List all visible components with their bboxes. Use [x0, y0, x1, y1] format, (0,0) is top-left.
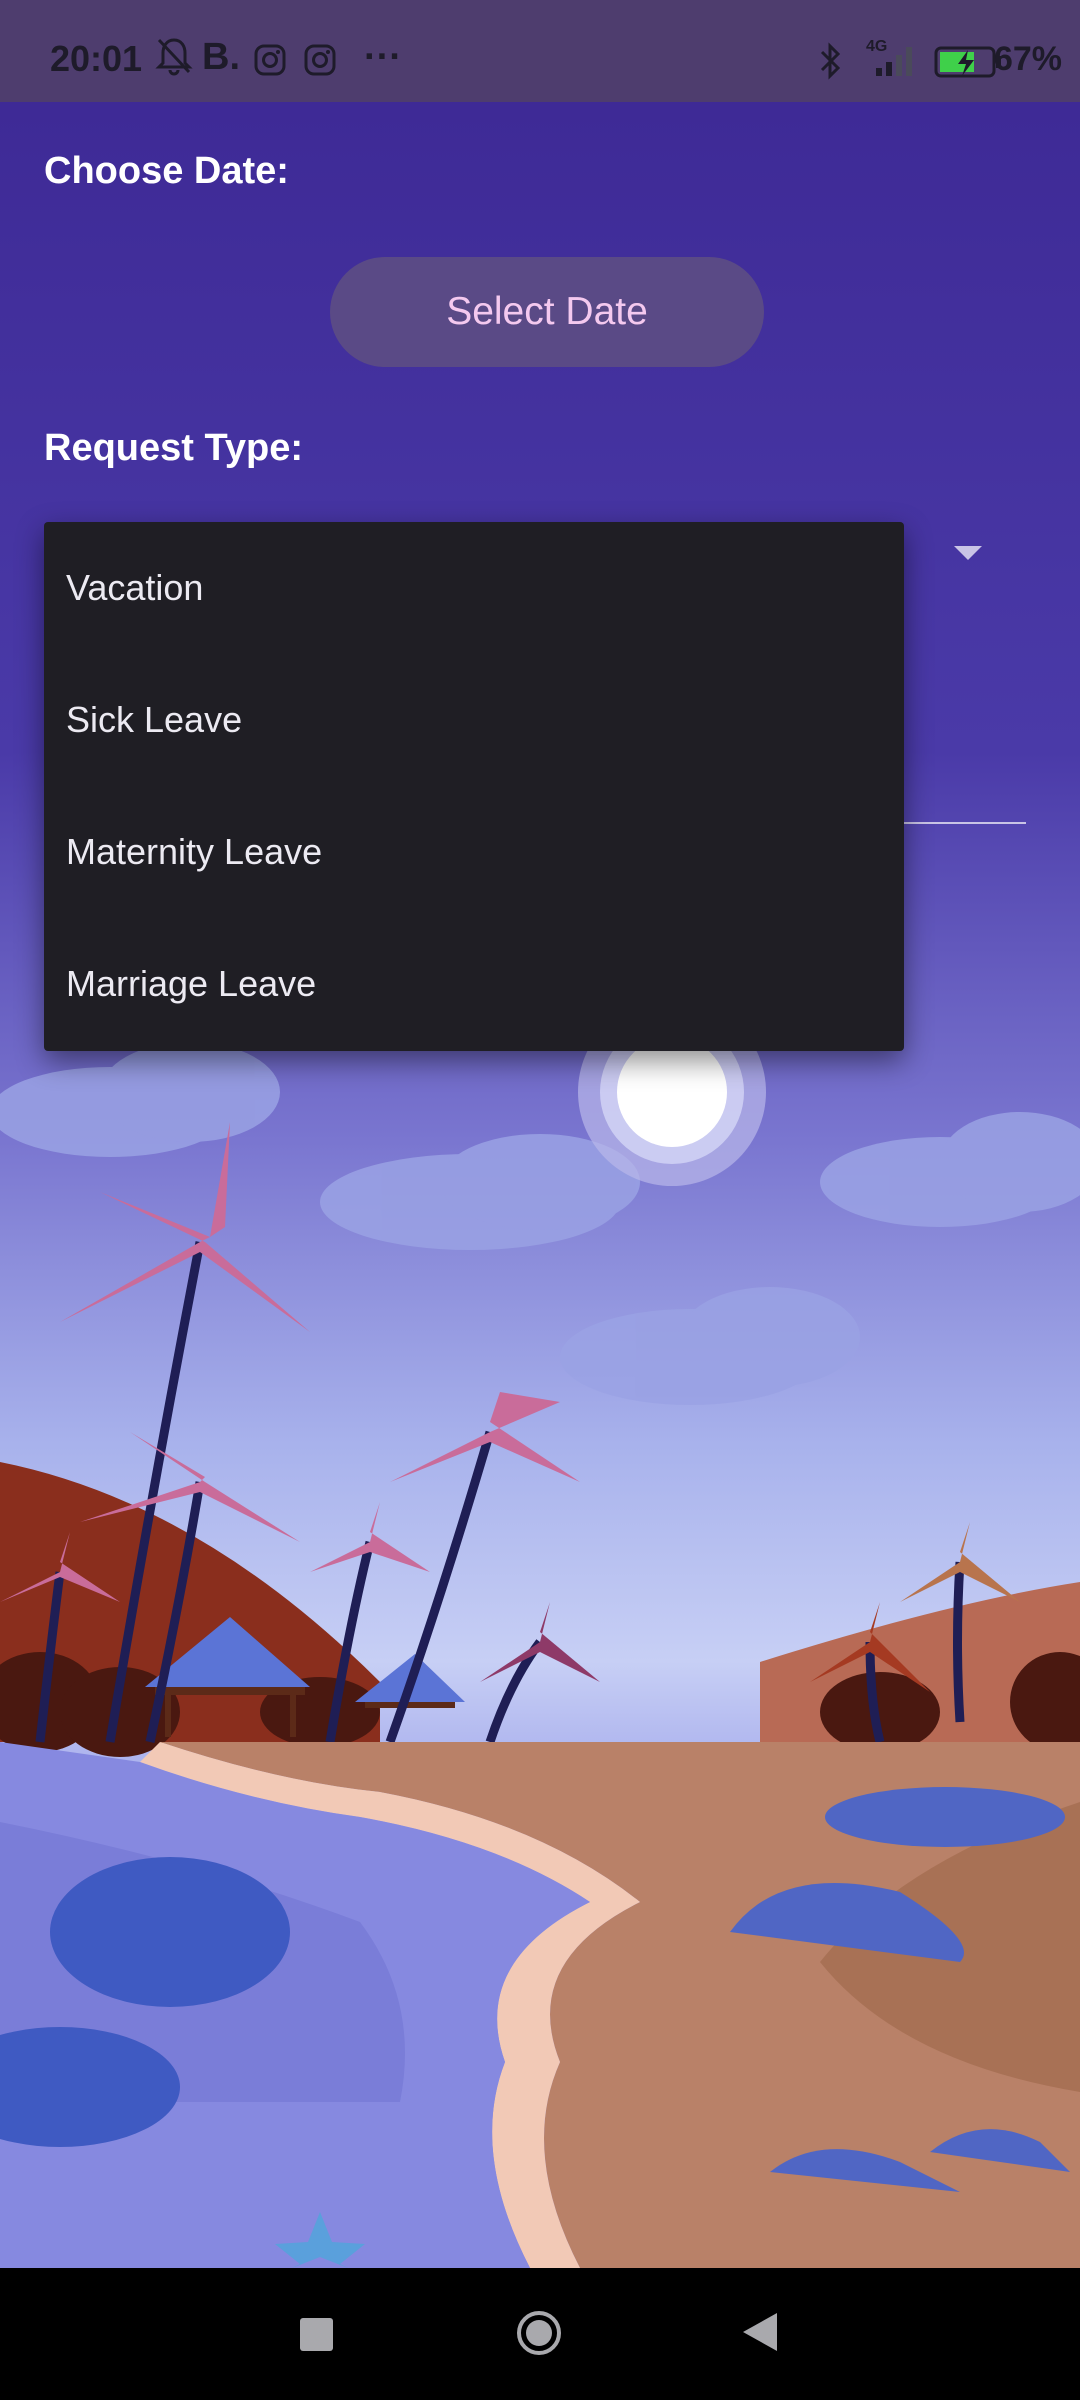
recents-square-icon[interactable]	[300, 2318, 333, 2351]
leave-request-screen: Choose Date: Select Date Request Type: V…	[0, 102, 1080, 2268]
status-bar: 20:01 B. ··· 4G 67%	[0, 0, 1080, 102]
dropdown-arrow-icon[interactable]	[954, 546, 982, 560]
select-date-button[interactable]: Select Date	[330, 257, 764, 367]
b-app-icon: B.	[202, 36, 240, 78]
home-circle-icon[interactable]	[516, 2310, 562, 2356]
network-type-label: 4G	[866, 38, 888, 55]
choose-date-label: Choose Date:	[44, 150, 289, 192]
option-maternity-leave[interactable]: Maternity Leave	[44, 786, 904, 918]
battery-percent: 67%	[993, 40, 1062, 78]
option-marriage-leave[interactable]: Marriage Leave	[44, 918, 904, 1050]
signal-icon: 4G	[862, 38, 918, 86]
instagram-icon	[304, 44, 336, 84]
input-underline	[900, 822, 1026, 824]
bluetooth-icon	[818, 42, 844, 88]
instagram-icon	[254, 44, 286, 84]
bell-muted-icon	[155, 36, 193, 84]
option-sick-leave[interactable]: Sick Leave	[44, 654, 904, 786]
back-triangle-icon[interactable]	[743, 2313, 777, 2351]
option-vacation[interactable]: Vacation	[44, 522, 904, 654]
more-dots-icon: ···	[364, 36, 402, 78]
navigation-bar	[0, 2268, 1080, 2400]
request-type-label: Request Type:	[44, 427, 304, 469]
request-type-dropdown-menu: Vacation Sick Leave Maternity Leave Marr…	[44, 522, 904, 1051]
status-time: 20:01	[50, 38, 143, 79]
